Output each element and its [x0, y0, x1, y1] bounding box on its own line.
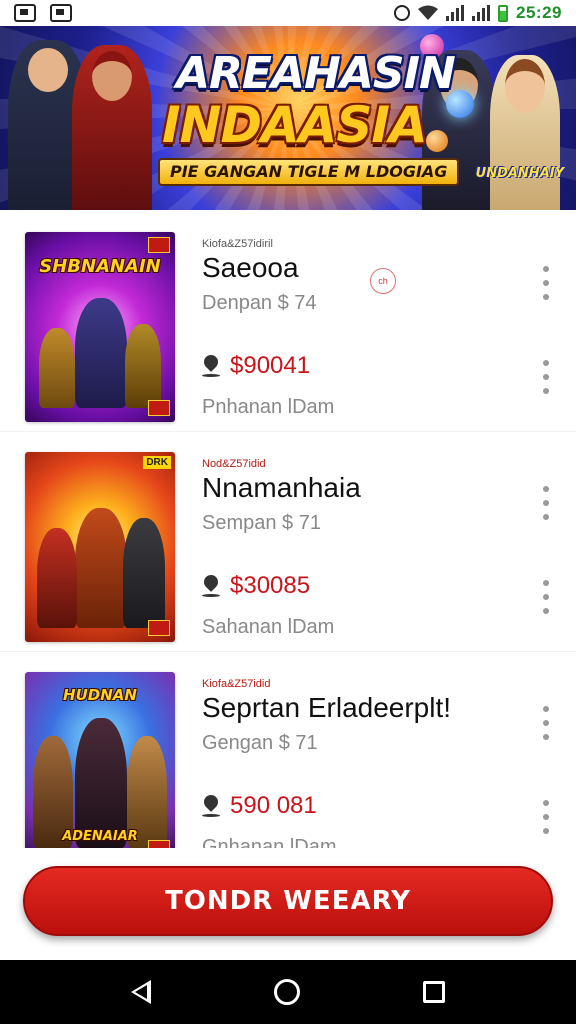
item-price: 590 081: [230, 792, 317, 819]
status-bar: 25:29: [0, 0, 576, 26]
item-location: Gnhanan lDam: [202, 836, 337, 848]
thumb-figure: [75, 298, 127, 408]
item-price: $90041: [230, 352, 311, 379]
item-badge: ch: [370, 268, 396, 294]
recent-apps-icon[interactable]: [422, 981, 445, 1003]
item-subtitle: Denpan $ 74: [202, 292, 317, 314]
thumb-bottom-logo: ADENAIAR: [62, 829, 138, 844]
more-options-icon[interactable]: [542, 580, 550, 614]
thumb-tag-icon: [148, 400, 170, 416]
thumb-tag-icon: [148, 237, 170, 253]
item-meta: Kiofa&Z57idiril: [202, 238, 273, 250]
more-options-icon[interactable]: [542, 360, 550, 394]
item-title[interactable]: Saeooa: [202, 252, 299, 284]
system-nav-bar: [0, 960, 576, 1024]
banner-orb: [426, 130, 448, 152]
game-list: SHBNANAIN Kiofa&Z57idiril Saeooa ch Denp…: [0, 212, 576, 848]
alarm-icon: [394, 5, 411, 21]
item-meta: Nod&Z57idid: [202, 458, 266, 470]
wifi-icon: [418, 5, 439, 20]
item-title[interactable]: Seprtan Erladeerplt!: [202, 692, 451, 724]
thumb-logo: HUDNAN: [63, 686, 137, 704]
cta-area: TONDR WEEARY: [0, 848, 576, 960]
banner-subtitle: PIE GANGAN TIGLE M LDOGIAG: [158, 158, 460, 186]
screenshot-icon: [14, 4, 36, 22]
item-meta: Kiofa&Z57idid: [202, 678, 271, 690]
item-thumbnail[interactable]: DRK: [25, 452, 175, 642]
status-time: 25:29: [516, 3, 562, 22]
list-item[interactable]: HUDNAN ADENAIAR Kiofa&Z57idid Seprtan Er…: [0, 652, 576, 848]
home-icon[interactable]: [273, 979, 300, 1005]
photo-icon: [50, 4, 72, 22]
thumb-figure: [125, 324, 161, 408]
banner-hero-warrior: [72, 45, 152, 210]
price-row: 590 081: [202, 792, 317, 820]
thumb-logo: SHBNANAIN: [39, 256, 161, 277]
thumb-figure: [39, 328, 75, 408]
banner-title-line1: AREAHASIN: [176, 48, 456, 99]
list-item[interactable]: SHBNANAIN Kiofa&Z57idiril Saeooa ch Denp…: [0, 212, 576, 432]
signal-icon-2: [472, 5, 491, 21]
item-price: $30085: [230, 572, 311, 599]
thumb-tag: DRK: [143, 456, 171, 469]
location-pin-icon: [202, 795, 220, 817]
item-subtitle: Sempan $ 71: [202, 512, 321, 534]
price-row: $90041: [202, 352, 310, 380]
more-options-icon[interactable]: [542, 800, 550, 834]
more-options-icon[interactable]: [542, 266, 550, 300]
item-location: Sahanan lDam: [202, 616, 335, 638]
app-screen: 25:29 AREAHASIN INDAASIA PIE GANGAN TIGL…: [0, 0, 576, 1024]
signal-icon: [446, 5, 465, 21]
thumb-tag-icon: [148, 620, 170, 636]
banner-title-line2: INDAASIA: [162, 96, 428, 154]
battery-icon: [498, 4, 509, 22]
thumb-figure: [75, 508, 127, 628]
item-thumbnail[interactable]: SHBNANAIN: [25, 232, 175, 422]
primary-action-button[interactable]: TONDR WEEARY: [23, 866, 553, 936]
promo-banner[interactable]: AREAHASIN INDAASIA PIE GANGAN TIGLE M LD…: [0, 26, 576, 210]
banner-badge: UNDANHAIY: [475, 166, 564, 181]
item-thumbnail[interactable]: HUDNAN ADENAIAR: [25, 672, 175, 848]
more-options-icon[interactable]: [542, 486, 550, 520]
item-title[interactable]: Nnamanhaia: [202, 472, 361, 504]
price-row: $30085: [202, 572, 310, 600]
thumb-figure: [37, 528, 77, 628]
thumb-figure: [123, 518, 165, 628]
item-location: Pnhanan lDam: [202, 396, 335, 418]
item-subtitle: Gengan $ 71: [202, 732, 318, 754]
more-options-icon[interactable]: [542, 706, 550, 740]
location-pin-icon: [202, 355, 220, 377]
list-item[interactable]: DRK Nod&Z57idid Nnamanhaia Sempan $ 71 $…: [0, 432, 576, 652]
thumb-tag-icon: [148, 840, 170, 848]
banner-hero-right: [490, 55, 560, 210]
back-icon[interactable]: [131, 980, 152, 1004]
location-pin-icon: [202, 575, 220, 597]
